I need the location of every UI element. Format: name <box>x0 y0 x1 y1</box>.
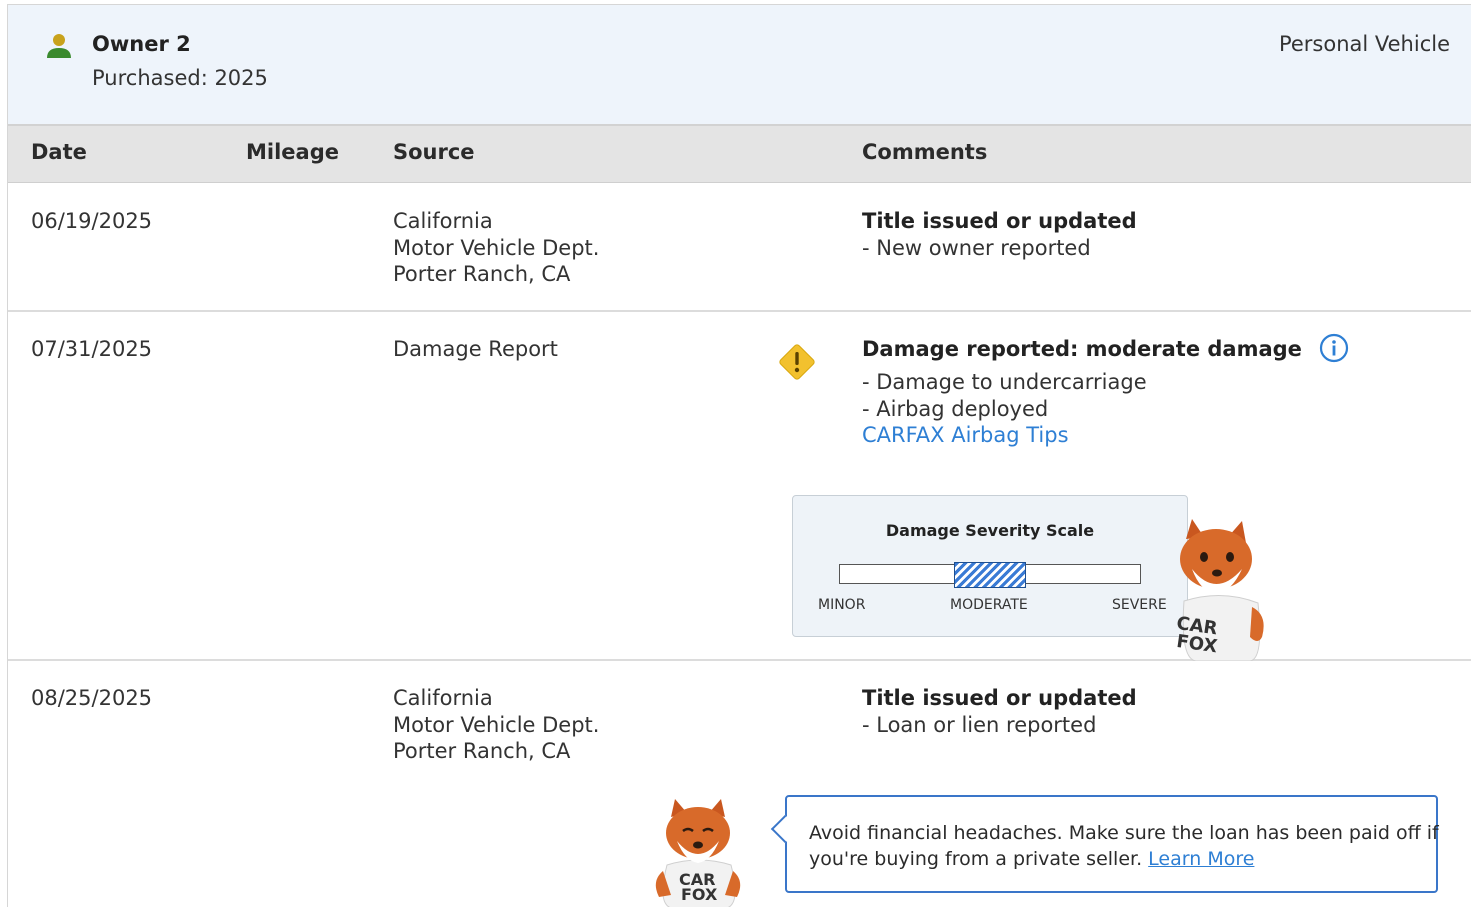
tip-text: you're buying from a private seller. <box>809 848 1143 870</box>
column-comments: Comments <box>862 140 988 164</box>
fox-shirt-text: FOX <box>681 885 718 904</box>
table-row: 06/19/2025 California Motor Vehicle Dept… <box>8 184 1471 312</box>
row-source: Damage Report <box>393 337 558 361</box>
person-icon <box>47 34 71 58</box>
row-comments: Damage reported: moderate damage - Damag… <box>862 333 1349 449</box>
comment-line: - Damage to undercarriage <box>862 370 1147 394</box>
row-source: California Motor Vehicle Dept. Porter Ra… <box>393 209 600 286</box>
airbag-tips-link[interactable]: CARFAX Airbag Tips <box>862 422 1349 449</box>
learn-more-link[interactable]: Learn More <box>1148 848 1254 870</box>
table-header: Date Mileage Source Comments <box>8 126 1471 183</box>
severity-title: Damage Severity Scale <box>885 521 1095 540</box>
carfox-mascot: CAR FOX <box>1175 519 1264 661</box>
severity-label-moderate: MODERATE <box>950 597 1028 613</box>
damage-severity-scale: Damage Severity Scale MINOR MODERATE SEV… <box>792 495 1188 637</box>
owner-title: Owner 2 <box>92 32 191 56</box>
vehicle-type: Personal Vehicle <box>1278 32 1450 56</box>
comment-line: - New owner reported <box>862 235 1091 260</box>
vehicle-history-card: Owner 2 Purchased: 2025 Personal Vehicle… <box>7 4 1471 907</box>
row-date: 08/25/2025 <box>31 686 153 710</box>
row-date: 07/31/2025 <box>31 337 153 361</box>
comment-title: Title issued or updated <box>862 209 1137 233</box>
carfox-mascot: CAR FOX <box>655 799 741 907</box>
info-icon[interactable] <box>1319 333 1349 363</box>
row-comments: Title issued or updated - New owner repo… <box>862 208 1137 261</box>
comment-title: Damage reported: moderate damage <box>862 337 1302 361</box>
comment-line: - Loan or lien reported <box>862 712 1097 737</box>
row-date: 06/19/2025 <box>31 209 153 233</box>
comment-title: Title issued or updated <box>862 686 1137 710</box>
warning-icon <box>779 344 815 380</box>
comment-line: - Airbag deployed <box>862 396 1049 421</box>
owner-purchased: Purchased: 2025 <box>92 66 268 90</box>
owner-header: Owner 2 Purchased: 2025 Personal Vehicle <box>8 5 1471 126</box>
loan-tip-callout: Avoid financial headaches. Make sure the… <box>770 795 1439 893</box>
severity-label-severe: SEVERE <box>1112 597 1167 613</box>
fox-shirt-text: FOX <box>1175 631 1218 657</box>
column-date: Date <box>31 140 87 164</box>
tip-text: Avoid financial headaches. Make sure the… <box>809 822 1439 844</box>
row-source: California Motor Vehicle Dept. Porter Ra… <box>393 686 600 763</box>
column-source: Source <box>393 140 475 164</box>
severity-bar <box>839 562 1141 588</box>
table-row: 07/31/2025 Damage Report Damage reported… <box>8 312 1471 661</box>
severity-level-indicator <box>954 562 1026 588</box>
column-mileage: Mileage <box>246 140 339 164</box>
severity-label-minor: MINOR <box>818 597 866 613</box>
row-comments: Title issued or updated - Loan or lien r… <box>862 685 1137 738</box>
